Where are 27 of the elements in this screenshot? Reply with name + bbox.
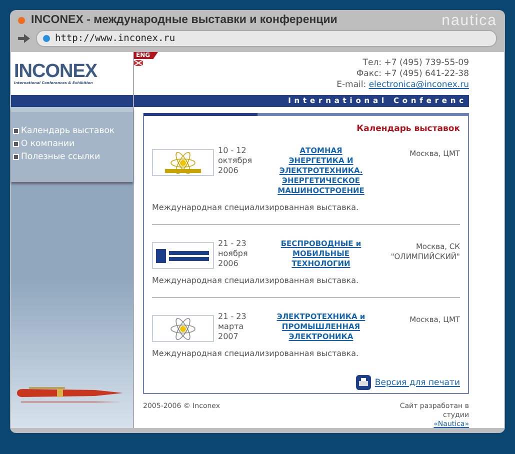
- event-dates: 10 - 12: [218, 146, 248, 156]
- event-month: марта: [218, 322, 245, 332]
- event-dates: 21 - 23: [218, 239, 248, 249]
- event-description: Международная специализированная выставка.: [152, 203, 360, 212]
- print-link[interactable]: Версия для печати: [374, 378, 460, 388]
- event-logo: [152, 315, 214, 342]
- event-year: 2006: [218, 166, 240, 176]
- window-title: INCONEX - международные выставки и конференции: [31, 14, 338, 26]
- event-dates: 21 - 23: [218, 312, 248, 322]
- arrow-icon[interactable]: [18, 34, 30, 43]
- event-month: октября: [218, 156, 254, 166]
- flag-icon: [134, 60, 143, 66]
- printer-icon: [356, 375, 371, 390]
- email-link[interactable]: electronica@inconex.ru: [368, 80, 469, 90]
- event-logo: [152, 242, 214, 269]
- event-month: ноября: [218, 249, 249, 259]
- event-year: 2006: [218, 259, 240, 269]
- event-year: 2007: [218, 332, 240, 342]
- page-icon: [18, 16, 25, 24]
- event-description: Международная специализированная выставка.: [152, 276, 360, 285]
- email-label: E-mail:: [336, 80, 366, 90]
- address-field[interactable]: http://www.inconex.ru: [36, 30, 497, 47]
- fax-text: Факс: +7 (495) 641-22-38: [356, 69, 469, 80]
- phone-text: Тел: +7 (495) 739-55-09: [362, 58, 469, 69]
- event-logo: [152, 149, 214, 176]
- event-description: Международная специализированная выставка.: [152, 349, 360, 358]
- section-title: Календарь выставок: [356, 123, 460, 136]
